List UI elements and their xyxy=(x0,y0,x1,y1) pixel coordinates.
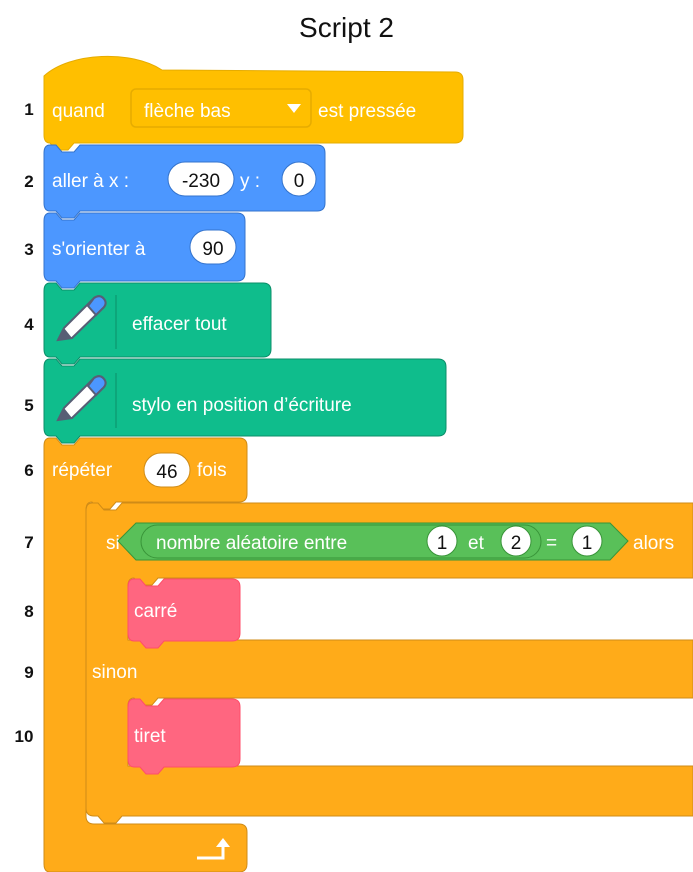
x-input-value: -230 xyxy=(182,171,220,192)
then-label: alors xyxy=(633,533,674,554)
else-label: sinon xyxy=(92,662,137,683)
line-number-10: 10 xyxy=(15,727,34,746)
line-numbers: 1 2 3 4 5 6 7 8 9 10 xyxy=(15,100,35,746)
line-number-4: 4 xyxy=(24,315,34,334)
when-key-pressed-block[interactable]: quand flèche bas est pressée xyxy=(43,55,464,151)
pen-down-block[interactable]: stylo en position d’écriture xyxy=(43,358,447,444)
line-number-9: 9 xyxy=(24,663,33,682)
goto-label: aller à x : xyxy=(52,171,129,192)
direction-input-value: 90 xyxy=(202,239,223,260)
goto-xy-block[interactable]: aller à x : -230 y : 0 xyxy=(43,144,326,219)
y-label: y : xyxy=(240,171,260,192)
line-number-2: 2 xyxy=(24,172,33,191)
repeat-count-value: 46 xyxy=(156,462,177,483)
line-number-6: 6 xyxy=(24,461,33,480)
repeat-label: répéter xyxy=(52,460,113,481)
square-custom-block[interactable]: carré xyxy=(127,578,241,649)
point-direction-block[interactable]: s'orienter à 90 xyxy=(43,212,246,289)
line-number-5: 5 xyxy=(24,396,33,415)
dash-label: tiret xyxy=(134,726,166,747)
key-dropdown[interactable]: flèche bas xyxy=(130,88,312,128)
random-from-value: 1 xyxy=(437,533,448,554)
compare-value: 1 xyxy=(582,533,593,554)
square-label: carré xyxy=(134,601,177,622)
y-input-value: 0 xyxy=(294,171,305,192)
line-number-8: 8 xyxy=(24,602,33,621)
equals-condition[interactable]: nombre aléatoire entre 1 et 2 = 1 xyxy=(117,522,629,561)
point-label: s'orienter à xyxy=(52,239,146,260)
line-number-3: 3 xyxy=(24,240,33,259)
if-else-block[interactable]: si sinon nombre aléatoire entre 1 et 2 =… xyxy=(85,502,693,824)
and-label: et xyxy=(468,533,485,554)
random-to-value: 2 xyxy=(511,533,522,554)
dash-custom-block[interactable]: tiret xyxy=(127,698,241,775)
line-number-7: 7 xyxy=(24,533,33,552)
pen-clear-block[interactable]: effacer tout xyxy=(43,282,272,365)
equals-label: = xyxy=(546,533,557,554)
line-number-1: 1 xyxy=(24,100,33,119)
key-dropdown-value: flèche bas xyxy=(144,101,231,122)
script-canvas: 1 2 3 4 5 6 7 8 9 10 quand flèche bas es… xyxy=(15,55,693,872)
times-label: fois xyxy=(197,460,227,481)
pressed-label: est pressée xyxy=(318,101,416,122)
clear-label: effacer tout xyxy=(132,314,227,335)
pen-down-label: stylo en position d’écriture xyxy=(132,395,352,416)
if-label: si xyxy=(106,533,120,554)
when-label: quand xyxy=(52,101,105,122)
random-label: nombre aléatoire entre xyxy=(156,533,347,554)
random-reporter[interactable]: nombre aléatoire entre 1 et 2 xyxy=(140,524,542,559)
